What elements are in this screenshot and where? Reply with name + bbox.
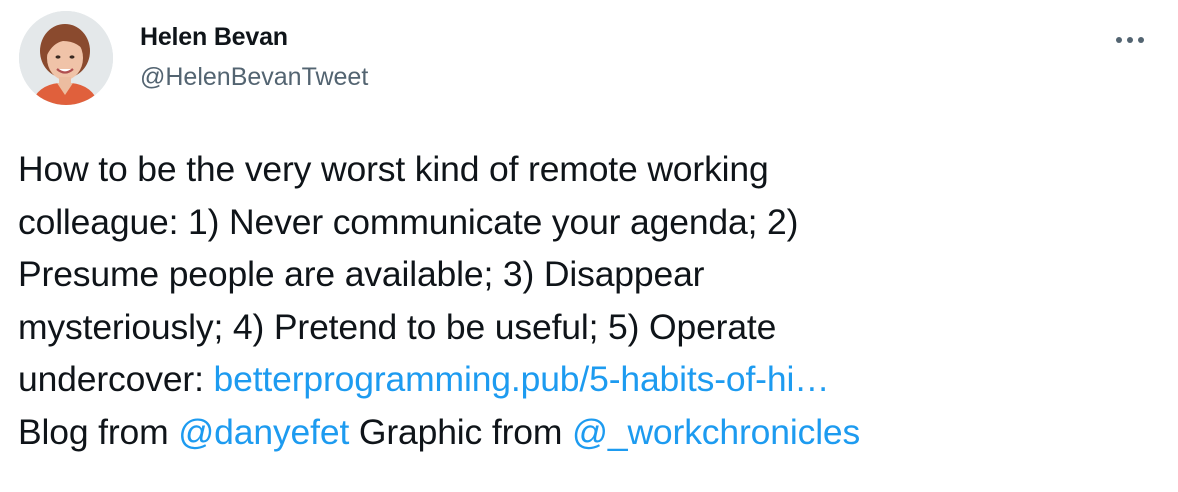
author-avatar[interactable] [19,11,113,105]
tweet-text-line: colleague: 1) Never communicate your age… [18,201,799,242]
tweet-text-fragment: Blog from [18,411,179,452]
tweet-text-line: Presume people are available; 3) Disappe… [18,254,705,294]
more-options-button[interactable] [1110,20,1150,60]
tweet-text-fragment: Graphic from [349,411,572,452]
tweet-text: How to be the very worst kind of remote … [18,143,1138,458]
more-dots-icon [1116,37,1144,43]
tweet-card: Helen Bevan @HelenBevanTweet How to be t… [0,0,1178,492]
article-link[interactable]: betterprogramming.pub/5-habits-of-hi… [214,359,830,399]
author-display-name[interactable]: Helen Bevan [140,20,368,54]
mention-danyefet[interactable]: @danyefet [178,412,349,452]
author-info: Helen Bevan @HelenBevanTweet [140,20,368,94]
author-handle[interactable]: @HelenBevanTweet [140,60,368,94]
tweet-text-line: mysteriously; 4) Pretend to be useful; 5… [18,306,777,347]
tweet-text-line-with-mentions: Blog from @danyefet Graphic from @_workc… [18,406,1138,459]
user-avatar-photo-icon [19,11,113,105]
tweet-text-fragment: undercover: [18,359,214,399]
tweet-text-line: How to be the very worst kind of remote … [18,149,769,189]
mention-workchronicles[interactable]: @_workchronicles [572,412,860,452]
tweet-text-line-with-link: undercover: betterprogramming.pub/5-habi… [18,353,1138,406]
